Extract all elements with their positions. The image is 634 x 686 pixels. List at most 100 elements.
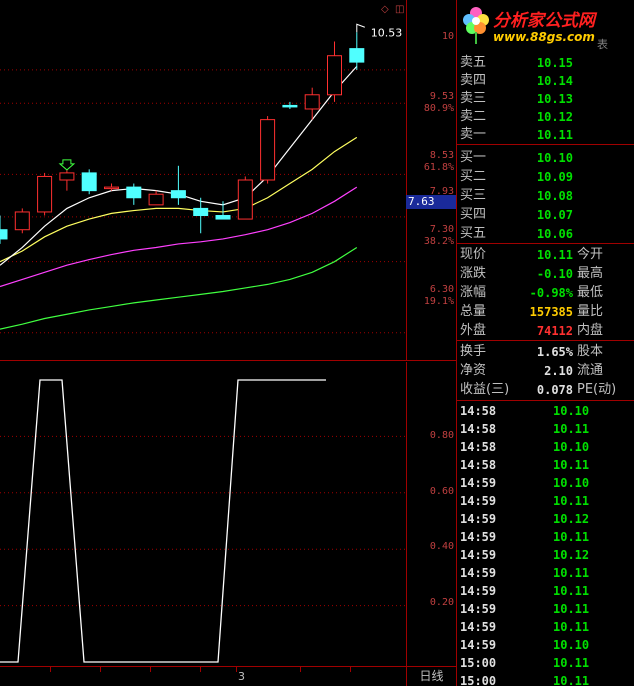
tick-row[interactable]: 14:59 10.10 bbox=[457, 636, 634, 654]
row-value: 1.65% bbox=[536, 345, 573, 359]
row-value: 10.06 bbox=[536, 227, 573, 241]
stat-row[interactable]: 换手 1.65% 股本 bbox=[457, 343, 634, 361]
price-pct: 19.1% bbox=[423, 296, 454, 307]
buy-order-row[interactable]: 买四 10.07 bbox=[457, 206, 634, 224]
indicator-tick: 0.40 bbox=[429, 541, 454, 552]
logo-name: 分析家公式网 bbox=[493, 11, 595, 31]
candles bbox=[0, 32, 365, 244]
tick-price: 10.11 bbox=[553, 620, 590, 634]
row-value: 10.12 bbox=[536, 110, 573, 124]
stat-row[interactable]: 总量 157385 量比 bbox=[457, 303, 634, 321]
row-value: 74112 bbox=[536, 324, 573, 338]
row-value: 10.10 bbox=[536, 151, 573, 165]
row-value: 0.078 bbox=[536, 383, 573, 397]
tick-row[interactable]: 15:00 10.11 bbox=[457, 672, 634, 686]
tick-row[interactable]: 14:59 10.12 bbox=[457, 546, 634, 564]
logo-overlay: 表 bbox=[597, 38, 608, 51]
row-label: 现价 bbox=[460, 247, 487, 262]
indicator-chart[interactable] bbox=[0, 362, 406, 666]
row-label: 买四 bbox=[460, 207, 487, 222]
stat-row[interactable]: 涨幅 -0.98% 最低 bbox=[457, 284, 634, 302]
stat-row[interactable]: 现价 10.11 今开 bbox=[457, 246, 634, 264]
tick-time: 14:59 bbox=[460, 584, 497, 598]
row-label: 卖四 bbox=[460, 73, 487, 88]
price-pct: 80.9% bbox=[423, 103, 454, 114]
row-label: 净资 bbox=[460, 363, 487, 378]
row-value: 10.11 bbox=[536, 248, 573, 262]
tick-row[interactable]: 14:59 10.11 bbox=[457, 600, 634, 618]
stat-row[interactable]: 收益(三) 0.078 PE(动) bbox=[457, 381, 634, 399]
candle-body bbox=[237, 179, 253, 220]
row-value: 10.08 bbox=[536, 189, 573, 203]
diamond-icon[interactable]: ◇ bbox=[381, 4, 391, 16]
buy-order-row[interactable]: 买五 10.06 bbox=[457, 225, 634, 243]
tick-price: 10.11 bbox=[553, 458, 590, 472]
sell-order-row[interactable]: 卖三 10.13 bbox=[457, 90, 634, 108]
stat-row[interactable]: 外盘 74112 内盘 bbox=[457, 322, 634, 340]
logo-url: www.88gs.com bbox=[493, 30, 595, 44]
sell-order-row[interactable]: 卖四 10.14 bbox=[457, 72, 634, 90]
indicator-tick: 0.20 bbox=[429, 597, 454, 608]
tick-row[interactable]: 14:59 10.11 bbox=[457, 582, 634, 600]
tick-row[interactable]: 14:59 10.11 bbox=[457, 528, 634, 546]
row-value: 10.07 bbox=[536, 208, 573, 222]
tick-time: 14:58 bbox=[460, 422, 497, 436]
stat-row[interactable]: 净资 2.10 流通 bbox=[457, 362, 634, 380]
tick-price: 10.10 bbox=[553, 476, 590, 490]
row-label-secondary: 最低 bbox=[577, 285, 604, 300]
markers: 10.53 bbox=[58, 23, 402, 171]
candle bbox=[59, 169, 75, 191]
row-label-secondary: 流通 bbox=[577, 363, 604, 378]
candle-body bbox=[304, 94, 320, 110]
tick-time: 14:59 bbox=[460, 494, 497, 508]
buy-order-row[interactable]: 买三 10.08 bbox=[457, 187, 634, 205]
row-label-secondary: 股本 bbox=[577, 344, 604, 359]
tick-time: 15:00 bbox=[460, 674, 497, 686]
tick-row[interactable]: 14:59 10.12 bbox=[457, 510, 634, 528]
row-value: -0.98% bbox=[529, 286, 573, 300]
indicator-axis: 0.80 0.60 0.40 0.20 bbox=[406, 362, 456, 666]
candle bbox=[148, 190, 164, 206]
buy-order-row[interactable]: 买二 10.09 bbox=[457, 168, 634, 186]
tick-row[interactable]: 14:58 10.10 bbox=[457, 438, 634, 456]
sell-order-row[interactable]: 卖五 10.15 bbox=[457, 54, 634, 72]
tick-time: 14:59 bbox=[460, 602, 497, 616]
candlestick-chart[interactable]: 10.53 bbox=[0, 0, 406, 360]
tick-time: 14:59 bbox=[460, 566, 497, 580]
tick-time: 14:59 bbox=[460, 638, 497, 652]
tick-row[interactable]: 14:58 10.11 bbox=[457, 456, 634, 474]
row-label: 卖三 bbox=[460, 91, 487, 106]
tick-row[interactable]: 14:59 10.11 bbox=[457, 564, 634, 582]
sell-order-row[interactable]: 卖二 10.12 bbox=[457, 108, 634, 126]
sell-order-row[interactable]: 卖一 10.11 bbox=[457, 126, 634, 144]
row-value: 10.09 bbox=[536, 170, 573, 184]
tick-row[interactable]: 14:59 10.10 bbox=[457, 474, 634, 492]
tick-time: 14:59 bbox=[460, 512, 497, 526]
tick-time: 14:58 bbox=[460, 458, 497, 472]
tick-row[interactable]: 14:58 10.11 bbox=[457, 420, 634, 438]
period-button[interactable]: 日线 bbox=[406, 667, 456, 686]
stat-row[interactable]: 涨跌 -0.10 最高 bbox=[457, 265, 634, 283]
buy-arrow-icon bbox=[58, 159, 76, 171]
tick-time: 14:59 bbox=[460, 548, 497, 562]
tick-time: 14:59 bbox=[460, 620, 497, 634]
row-label-secondary: 量比 bbox=[577, 304, 604, 319]
tick-price: 10.12 bbox=[553, 548, 590, 562]
tick-row[interactable]: 14:59 10.11 bbox=[457, 618, 634, 636]
tick-row[interactable]: 14:59 10.11 bbox=[457, 492, 634, 510]
candle-body bbox=[193, 207, 209, 217]
tick-row[interactable]: 14:58 10.10 bbox=[457, 402, 634, 420]
row-label: 卖五 bbox=[460, 55, 487, 70]
indicator-tick: 0.80 bbox=[429, 430, 454, 441]
restore-icon[interactable]: ◫ bbox=[395, 4, 405, 16]
candle-body bbox=[215, 215, 231, 220]
price-pct: 61.8% bbox=[423, 162, 454, 173]
tick-price: 10.10 bbox=[553, 440, 590, 454]
buy-order-row[interactable]: 买一 10.10 bbox=[457, 149, 634, 167]
price-axis: ◇ ◫ 10 9.53 80.9% 8.53 61.8% 7.93 7.30 3… bbox=[381, 0, 456, 360]
candle-body bbox=[14, 211, 30, 231]
tick-row[interactable]: 15:00 10.11 bbox=[457, 654, 634, 672]
candle-body bbox=[282, 104, 298, 108]
candle-body bbox=[0, 229, 8, 240]
ma-green-line bbox=[0, 246, 358, 330]
